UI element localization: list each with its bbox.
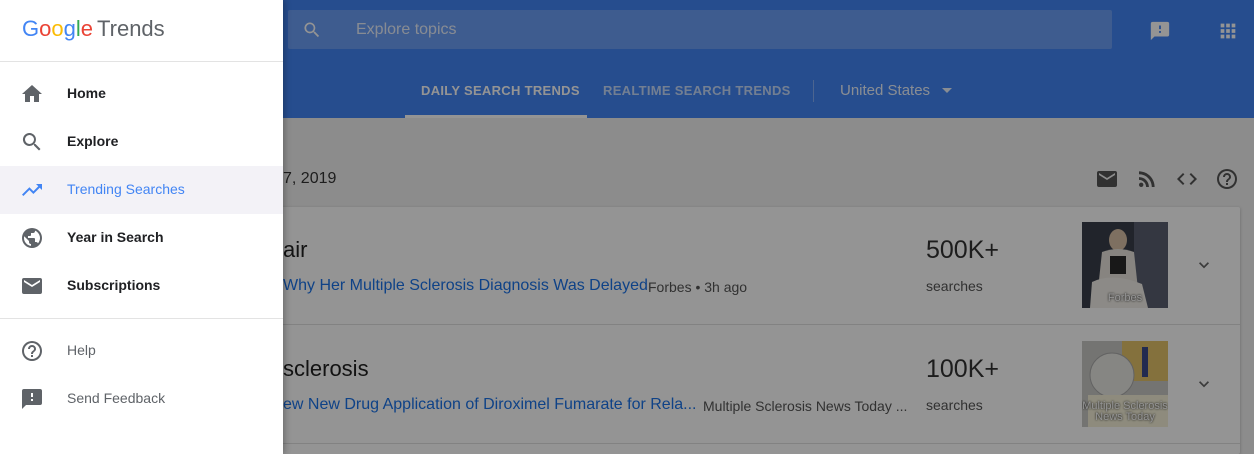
- trending-up-icon: [22, 184, 42, 196]
- nav-item-trending-searches[interactable]: Trending Searches: [0, 166, 283, 214]
- logo-letter: G: [22, 16, 40, 41]
- navigation-drawer: Google Trends Home Explore Trending Searc…: [0, 0, 283, 454]
- google-trends-logo[interactable]: Google Trends: [22, 16, 165, 42]
- mail-icon: [22, 278, 42, 294]
- nav-item-send-feedback[interactable]: Send Feedback: [0, 375, 283, 423]
- nav-item-help[interactable]: Help: [0, 327, 283, 375]
- drawer-divider: [0, 61, 283, 62]
- search-icon: [22, 133, 41, 151]
- logo-letter: o: [39, 16, 52, 41]
- nav-item-label: Send Feedback: [67, 390, 166, 406]
- help-circle-icon: [22, 341, 42, 361]
- nav-item-label: Trending Searches: [67, 181, 185, 197]
- nav-item-label: Explore: [67, 133, 119, 149]
- logo-letter: e: [80, 16, 94, 41]
- nav-item-label: Home: [67, 85, 106, 101]
- feedback-icon: [22, 389, 42, 409]
- nav-item-label: Help: [67, 342, 96, 358]
- logo-letter: g: [63, 16, 76, 41]
- nav-item-explore[interactable]: Explore: [0, 118, 283, 166]
- nav-item-year-in-search[interactable]: Year in Search: [0, 214, 283, 262]
- nav-item-label: Year in Search: [67, 229, 164, 245]
- nav-item-label: Subscriptions: [67, 277, 161, 293]
- logo-letter: o: [51, 16, 64, 41]
- globe-icon: [22, 228, 42, 248]
- nav-item-home[interactable]: Home: [0, 70, 283, 118]
- nav-item-subscriptions[interactable]: Subscriptions: [0, 262, 283, 310]
- home-icon: [22, 85, 42, 102]
- logo-product-name: Trends: [97, 16, 165, 41]
- drawer-divider: [0, 318, 283, 319]
